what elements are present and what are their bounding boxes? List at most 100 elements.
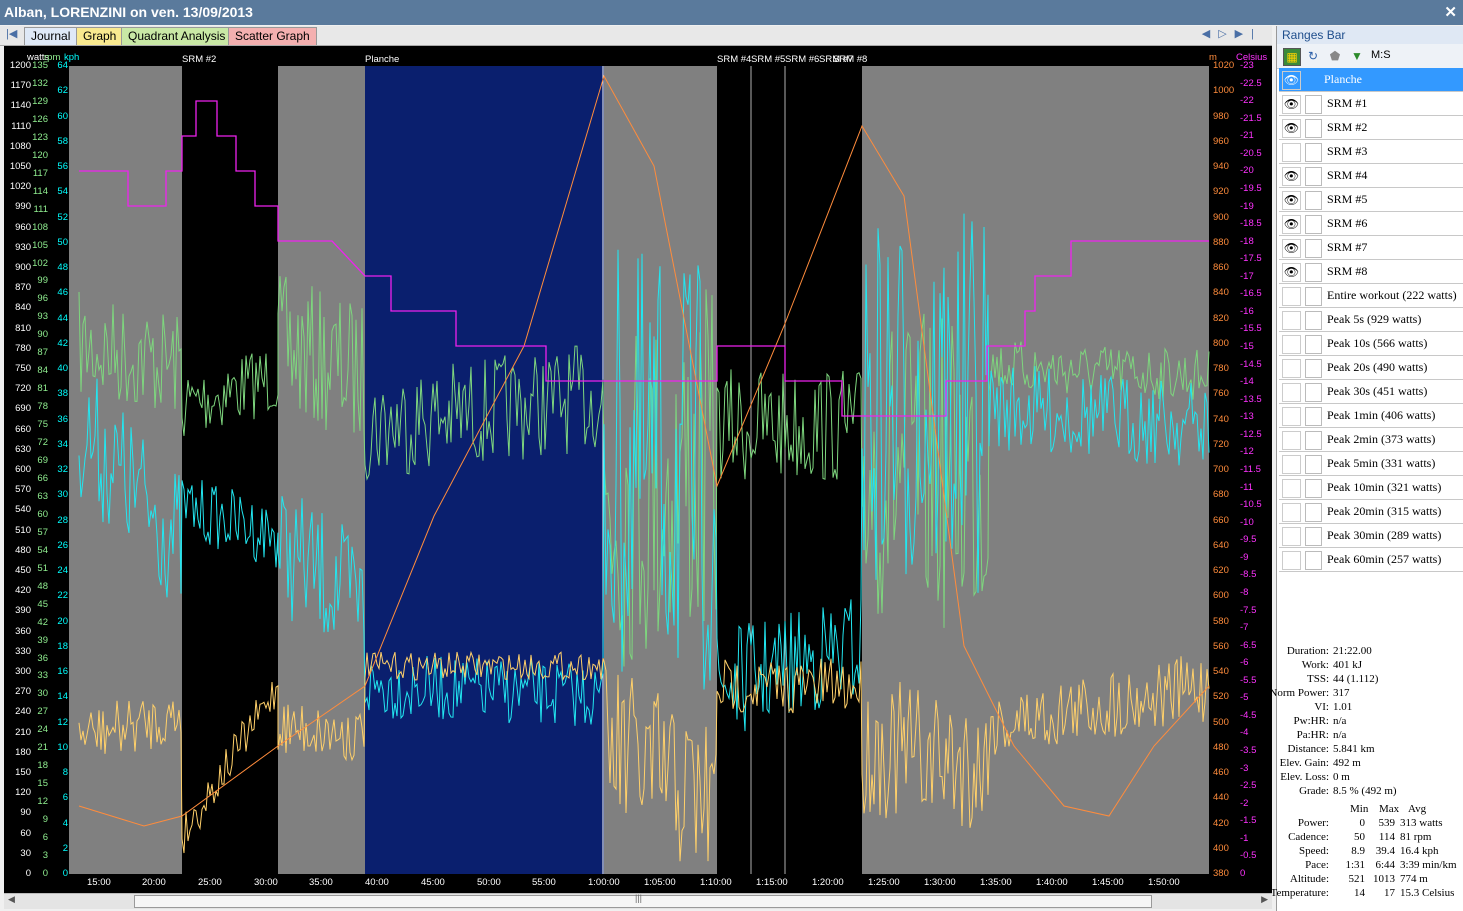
- graph-horizontal-scrollbar[interactable]: ◀ ||| ▶: [4, 893, 1272, 909]
- tag-icon[interactable]: ⬟: [1327, 48, 1343, 64]
- minmax-row: Altitude: 521 1013 774 m: [1277, 872, 1463, 886]
- celsius-tick-label: -1.5: [1240, 815, 1257, 827]
- eye-icon[interactable]: 👁: [1282, 71, 1301, 90]
- visibility-toggle[interactable]: [1282, 455, 1301, 474]
- range-checkbox[interactable]: [1305, 383, 1322, 402]
- range-checkbox[interactable]: [1305, 503, 1322, 522]
- m-tick-label: 740: [1213, 413, 1229, 425]
- refresh-icon[interactable]: ↻: [1305, 48, 1321, 64]
- range-checkbox[interactable]: [1305, 551, 1322, 570]
- range-checkbox[interactable]: [1305, 359, 1322, 378]
- range-checkbox[interactable]: [1305, 143, 1322, 162]
- celsius-tick-label: -17: [1240, 270, 1254, 282]
- tab-graph[interactable]: Graph: [76, 27, 124, 45]
- range-checkbox[interactable]: [1305, 407, 1322, 426]
- range-row[interactable]: 👁 SRM #4: [1279, 164, 1463, 188]
- rpm-tick-label: 93: [37, 311, 48, 323]
- tab-scatter-graph[interactable]: Scatter Graph: [228, 27, 317, 45]
- minmax-avg: 774 m: [1400, 873, 1428, 885]
- visibility-toggle[interactable]: [1282, 503, 1301, 522]
- range-row[interactable]: 👁 SRM #6: [1279, 212, 1463, 236]
- range-row[interactable]: 👁 SRM #1: [1279, 92, 1463, 116]
- visibility-toggle[interactable]: [1282, 335, 1301, 354]
- workout-graph[interactable]: watts 1200 1170 1140 1110 1080 1050 1020 990 960 9…: [4, 46, 1272, 893]
- range-row[interactable]: 👁 SRM #7: [1279, 236, 1463, 260]
- time-tick-label: 15:00: [87, 877, 111, 888]
- eye-icon[interactable]: 👁: [1282, 263, 1301, 282]
- range-row[interactable]: Peak 1min (406 watts): [1279, 404, 1463, 428]
- range-label: Peak 5s (929 watts): [1327, 312, 1422, 326]
- range-row[interactable]: Peak 10min (321 watts): [1279, 476, 1463, 500]
- first-page-icon[interactable]: |◀: [6, 27, 17, 40]
- range-row[interactable]: 👁 SRM #8: [1279, 260, 1463, 284]
- ranges-bar-title: Ranges Bar: [1277, 26, 1463, 44]
- range-checkbox[interactable]: [1305, 191, 1322, 210]
- range-row[interactable]: Peak 5s (929 watts): [1279, 308, 1463, 332]
- rpm-tick-label: 117: [32, 167, 48, 179]
- eye-icon[interactable]: 👁: [1282, 167, 1301, 186]
- tab-quadrant-analysis[interactable]: Quadrant Analysis: [121, 27, 233, 45]
- watts-tick-label: 330: [15, 645, 31, 657]
- range-row[interactable]: Peak 10s (566 watts): [1279, 332, 1463, 356]
- range-checkbox[interactable]: [1305, 95, 1322, 114]
- kph-tick-label: 16: [57, 666, 68, 677]
- tab-scroll-icons[interactable]: ◀▷▶|: [1202, 27, 1262, 40]
- eye-icon[interactable]: 👁: [1282, 239, 1301, 258]
- visibility-toggle[interactable]: [1282, 311, 1301, 330]
- range-checkbox[interactable]: [1305, 455, 1322, 474]
- scrollbar-thumb[interactable]: |||: [134, 893, 1152, 908]
- peak-icon[interactable]: ▼: [1349, 48, 1365, 64]
- visibility-toggle[interactable]: [1282, 551, 1301, 570]
- eye-icon[interactable]: 👁: [1282, 95, 1301, 114]
- range-checkbox[interactable]: [1305, 479, 1322, 498]
- range-row[interactable]: Entire workout (222 watts): [1279, 284, 1463, 308]
- range-checkbox[interactable]: [1305, 431, 1322, 450]
- range-checkbox[interactable]: [1305, 311, 1322, 330]
- eye-icon[interactable]: 👁: [1282, 191, 1301, 210]
- visibility-toggle[interactable]: [1282, 407, 1301, 426]
- range-row[interactable]: Peak 5min (331 watts): [1279, 452, 1463, 476]
- range-row[interactable]: 👁 SRM #5: [1279, 188, 1463, 212]
- time-mode-label[interactable]: M:S: [1371, 49, 1391, 61]
- range-checkbox[interactable]: [1305, 119, 1322, 138]
- range-row[interactable]: Peak 2min (373 watts): [1279, 428, 1463, 452]
- range-row[interactable]: Peak 30s (451 watts): [1279, 380, 1463, 404]
- range-checkbox[interactable]: [1305, 335, 1322, 354]
- visibility-toggle[interactable]: [1282, 479, 1301, 498]
- visibility-toggle[interactable]: [1282, 287, 1301, 306]
- range-checkbox[interactable]: [1305, 287, 1322, 306]
- minmax-min: 521: [1348, 873, 1366, 885]
- eye-icon[interactable]: 👁: [1282, 215, 1301, 234]
- range-checkbox[interactable]: [1305, 215, 1322, 234]
- range-checkbox[interactable]: [1305, 263, 1322, 282]
- range-row[interactable]: Peak 20min (315 watts): [1279, 500, 1463, 524]
- range-checkbox[interactable]: [1305, 167, 1322, 186]
- range-checkbox[interactable]: [1305, 239, 1322, 258]
- scroll-right-icon[interactable]: ▶: [1261, 894, 1268, 905]
- rpm-tick-label: 102: [32, 257, 48, 269]
- stat-value: 401 kJ: [1333, 659, 1363, 671]
- ranges-toolbar: ▦ ↻ ⬟ ▼ M:S: [1277, 44, 1463, 69]
- visibility-toggle[interactable]: [1282, 383, 1301, 402]
- range-row[interactable]: Peak 20s (490 watts): [1279, 356, 1463, 380]
- rpm-tick-label: 69: [37, 455, 48, 467]
- graph-view-icon[interactable]: ▦: [1283, 48, 1301, 66]
- close-icon[interactable]: ✕: [1444, 3, 1457, 21]
- range-checkbox[interactable]: [1305, 527, 1322, 546]
- range-row[interactable]: Peak 60min (257 watts): [1279, 548, 1463, 572]
- kph-tick-label: 62: [57, 85, 68, 97]
- visibility-toggle[interactable]: [1282, 359, 1301, 378]
- graph-canvas[interactable]: [4, 46, 1272, 893]
- celsius-tick-label: -21: [1240, 130, 1254, 142]
- visibility-toggle[interactable]: [1282, 431, 1301, 450]
- stat-label: VI:: [1314, 701, 1329, 713]
- range-row[interactable]: Peak 30min (289 watts): [1279, 524, 1463, 548]
- visibility-toggle[interactable]: [1282, 527, 1301, 546]
- range-row[interactable]: SRM #3: [1279, 140, 1463, 164]
- eye-icon[interactable]: 👁: [1282, 119, 1301, 138]
- tab-journal[interactable]: Journal: [24, 27, 78, 45]
- scroll-left-icon[interactable]: ◀: [8, 894, 15, 905]
- visibility-toggle[interactable]: [1282, 143, 1301, 162]
- range-row[interactable]: 👁 SRM #2: [1279, 116, 1463, 140]
- range-row[interactable]: 👁 Planche: [1279, 68, 1463, 92]
